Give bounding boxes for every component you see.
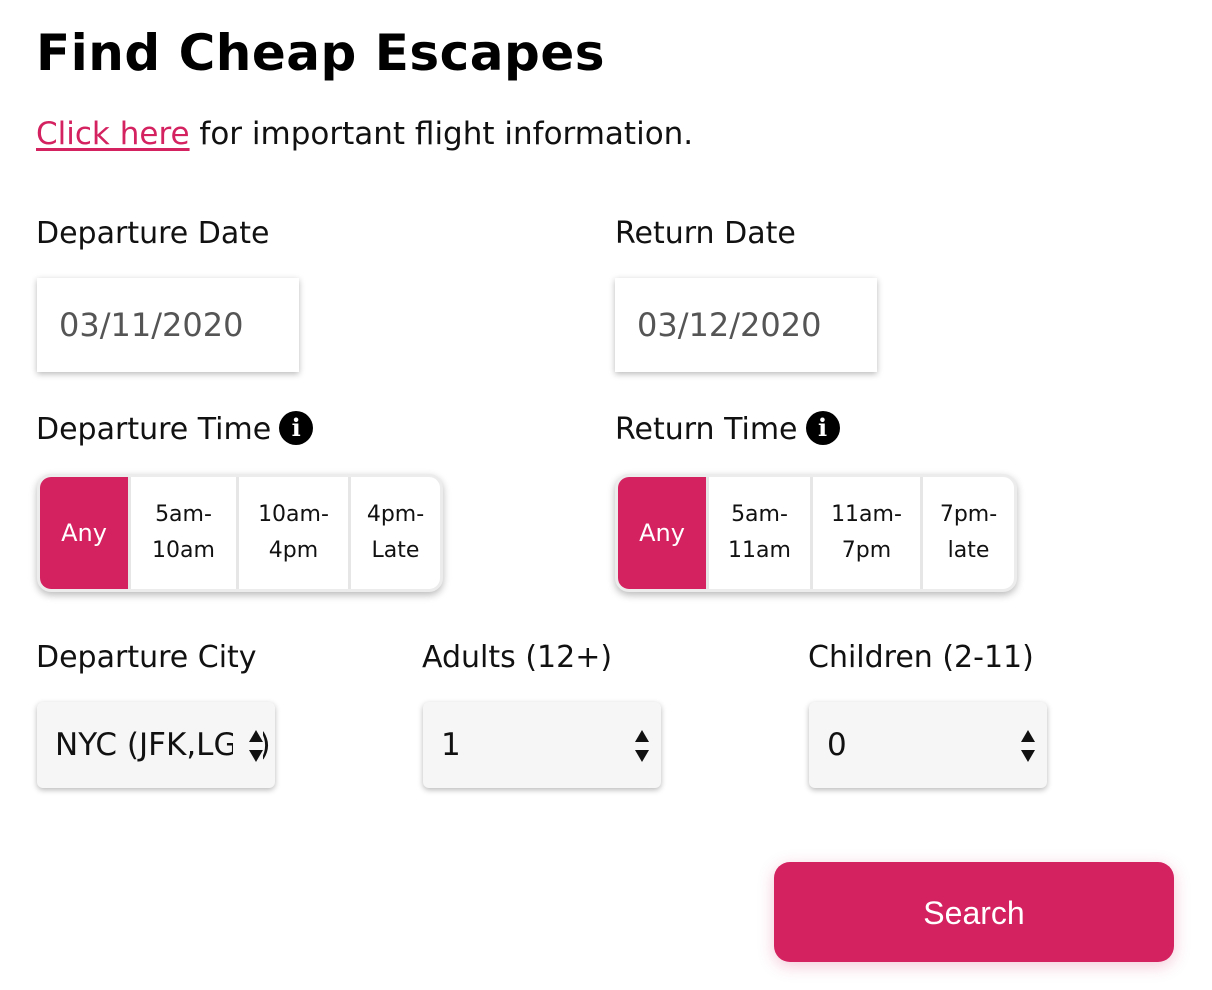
- departure-time-option-5am-10am[interactable]: 5am- 10am: [128, 477, 236, 589]
- flight-info-text: for important flight information.: [189, 116, 694, 152]
- departure-time-label: Departure Time: [36, 412, 272, 447]
- departure-time-label-row: Departure Time i: [36, 410, 314, 448]
- children-label: Children (2-11): [808, 640, 1034, 675]
- adults-select[interactable]: 1: [423, 702, 661, 788]
- return-time-label: Return Time: [615, 412, 798, 447]
- departure-time-option-10am-4pm[interactable]: 10am- 4pm: [236, 477, 348, 589]
- page-title: Find Cheap Escapes: [36, 24, 605, 82]
- return-time-option-7pm-late[interactable]: 7pm- late: [920, 477, 1014, 589]
- select-arrows-icon: [249, 730, 263, 762]
- departure-city-label: Departure City: [36, 640, 257, 675]
- search-button[interactable]: Search: [774, 862, 1174, 962]
- flight-info-line: Click here for important flight informat…: [36, 116, 693, 152]
- return-date-value: 03/12/2020: [637, 306, 822, 344]
- departure-city-value: NYC (JFK,LGA): [55, 727, 271, 763]
- adults-value: 1: [441, 727, 461, 763]
- departure-date-input[interactable]: 03/11/2020: [37, 278, 299, 372]
- return-time-option-any[interactable]: Any: [618, 477, 706, 589]
- departure-time-option-any[interactable]: Any: [40, 477, 128, 589]
- return-time-option-11am-7pm[interactable]: 11am- 7pm: [810, 477, 920, 589]
- departure-date-value: 03/11/2020: [59, 306, 244, 344]
- select-arrows-icon: [1021, 730, 1035, 762]
- departure-city-select[interactable]: NYC (JFK,LGA): [37, 702, 275, 788]
- children-select[interactable]: 0: [809, 702, 1047, 788]
- return-time-label-row: Return Time i: [615, 410, 840, 448]
- info-icon[interactable]: i: [805, 410, 840, 445]
- departure-time-selector: Any 5am- 10am 10am- 4pm 4pm- Late: [37, 474, 443, 592]
- adults-label: Adults (12+): [422, 640, 613, 675]
- departure-date-label: Departure Date: [36, 216, 270, 251]
- children-value: 0: [827, 727, 847, 763]
- return-time-selector: Any 5am- 11am 11am- 7pm 7pm- late: [615, 474, 1017, 592]
- info-icon[interactable]: i: [279, 410, 314, 445]
- departure-time-option-4pm-late[interactable]: 4pm- Late: [348, 477, 440, 589]
- return-time-option-5am-11am[interactable]: 5am- 11am: [706, 477, 810, 589]
- return-date-input[interactable]: 03/12/2020: [615, 278, 877, 372]
- select-arrows-icon: [635, 730, 649, 762]
- click-here-link[interactable]: Click here: [36, 116, 190, 152]
- return-date-label: Return Date: [615, 216, 796, 251]
